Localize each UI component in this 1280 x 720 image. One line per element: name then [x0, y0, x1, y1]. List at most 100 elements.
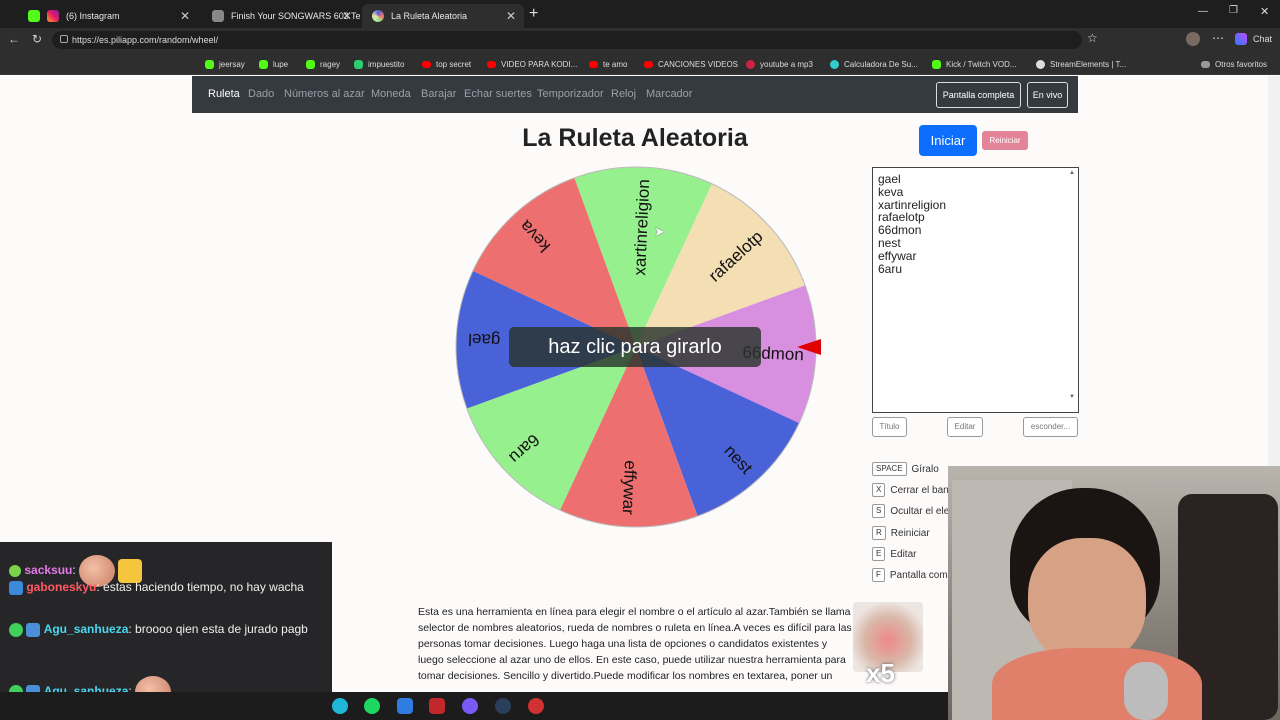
scroll-down-icon[interactable]: ▼ — [1069, 394, 1075, 400]
bookmark-video-kodi[interactable]: VIDEO PARA KODI... — [487, 57, 577, 71]
copilot-icon[interactable] — [1235, 33, 1247, 45]
bookmark-youtube-mp3[interactable]: youtube a mp3 — [746, 57, 813, 71]
tab-instagram[interactable]: (6) Instagram ✕ — [18, 4, 198, 28]
nav-numeros[interactable]: Números al azar — [284, 88, 365, 100]
bookmark-te-amo[interactable]: te amo — [589, 57, 627, 71]
star-icon[interactable]: ☆ — [1087, 31, 1098, 45]
badge-icon — [9, 580, 23, 595]
close-tab-icon[interactable]: ✕ — [342, 9, 352, 23]
maximize-button[interactable]: ❐ — [1229, 5, 1238, 16]
edit-button[interactable]: Editar — [947, 417, 983, 437]
avatar[interactable] — [1186, 32, 1200, 46]
bookmark-top-secret[interactable]: top secret — [422, 57, 471, 71]
music-icon — [746, 59, 755, 69]
reload-icon[interactable]: ↻ — [32, 32, 42, 46]
shortcut-x: X Cerrar el ban — [872, 483, 949, 497]
spin-prompt[interactable]: haz clic para girarlo — [509, 327, 761, 367]
entry-line: 6aru — [878, 261, 903, 276]
obs-icon[interactable] — [528, 698, 544, 714]
shortcut-space: SPACE Gíralo — [872, 462, 939, 476]
bookmark-jeersay[interactable]: jeersay — [205, 57, 245, 71]
webcam-microphone — [1124, 662, 1168, 720]
bookmark-lupe[interactable]: lupe — [259, 57, 288, 71]
url-field[interactable]: https://es.piliapp.com/random/wheel/ — [52, 31, 1082, 49]
chat-button[interactable]: Chat — [1253, 34, 1272, 44]
back-icon[interactable]: ← — [8, 32, 20, 46]
wheel-label: effywar — [619, 460, 640, 516]
folder-icon — [1201, 60, 1210, 68]
kick-icon — [259, 59, 268, 69]
vscode-icon[interactable] — [397, 698, 413, 714]
other-bookmarks[interactable]: Otros favoritos — [1201, 57, 1267, 71]
nav-barajar[interactable]: Barajar — [421, 88, 456, 100]
webcam-face — [1028, 538, 1146, 664]
tab-title: (6) Instagram — [66, 11, 120, 21]
live-button[interactable]: En vivo — [1027, 82, 1068, 108]
youtube-icon — [487, 60, 496, 68]
spotify-icon[interactable] — [364, 698, 380, 714]
shortcut-f: F Pantalla com — [872, 568, 948, 582]
bookmark-kick-vod[interactable]: Kick / Twitch VOD... — [932, 57, 1017, 71]
wheel-icon — [372, 10, 384, 22]
nav-dado[interactable]: Dado — [248, 88, 274, 100]
page-scrollbar[interactable] — [1268, 76, 1280, 466]
site-icon — [212, 10, 224, 22]
tab-ruleta[interactable]: La Ruleta Aleatoria ✕ — [362, 4, 524, 28]
badge-icon — [9, 565, 21, 577]
menu-icon[interactable]: ⋯ — [1212, 31, 1224, 45]
nav-moneda[interactable]: Moneda — [371, 88, 411, 100]
nav-echar-suertes[interactable]: Echar suertes — [464, 88, 532, 100]
entry-line: 66dmon — [878, 223, 922, 238]
youtube-icon — [422, 60, 431, 68]
youtube-icon — [644, 60, 653, 68]
streamelements-icon — [1036, 59, 1045, 69]
badge-icon — [9, 622, 23, 637]
chat-message: Agu_sanhueza: broooo qien esta de jurado… — [9, 621, 319, 638]
entry-line: gael — [878, 172, 901, 186]
close-window-button[interactable]: ✕ — [1260, 5, 1269, 18]
kick-icon — [205, 59, 214, 69]
shortcut-r: R Reiniciar — [872, 526, 930, 540]
close-tab-icon[interactable]: ✕ — [506, 9, 516, 23]
bookmark-impuestito[interactable]: impuestito — [354, 57, 404, 71]
nav-ruleta[interactable]: Ruleta — [208, 88, 240, 100]
kick-icon — [932, 59, 941, 69]
bookmark-calculadora[interactable]: Calculadora De Su... — [830, 57, 918, 71]
entry-line: nest — [878, 235, 901, 250]
site-info-icon[interactable] — [60, 35, 68, 43]
app-icon[interactable] — [429, 698, 445, 714]
start-button[interactable]: Iniciar — [919, 125, 977, 156]
sheet-icon — [354, 59, 363, 69]
entry-line: keva — [878, 184, 904, 199]
kick-icon — [28, 10, 40, 22]
nav-temporizador[interactable]: Temporizador — [537, 88, 604, 100]
close-tab-icon[interactable]: ✕ — [180, 9, 190, 23]
title-button[interactable]: Título — [872, 417, 907, 437]
bookmark-canciones[interactable]: CANCIONES VIDEOS — [644, 57, 738, 71]
shortcut-s: S Ocultar el ele — [872, 504, 949, 518]
hide-button[interactable]: esconder... — [1023, 417, 1078, 437]
badge-icon — [26, 622, 41, 637]
fullscreen-button[interactable]: Pantalla completa — [936, 82, 1021, 108]
entries-textarea[interactable]: gael keva xartinreligion rafaelotp 66dmo… — [872, 167, 1079, 413]
tab-songwars[interactable]: Finish Your SONGWARS 603 Temp ✕ — [202, 4, 360, 28]
calculator-icon — [830, 59, 839, 69]
discord-icon[interactable] — [462, 698, 478, 714]
nav-marcador[interactable]: Marcador — [646, 88, 692, 100]
reset-button[interactable]: Reiniciar — [982, 131, 1028, 150]
minimize-button[interactable]: — — [1198, 6, 1208, 17]
youtube-icon — [589, 60, 598, 68]
shortcut-e: E Editar — [872, 547, 916, 561]
edge-icon[interactable] — [332, 698, 348, 714]
bookmark-ragey[interactable]: ragey — [306, 57, 340, 71]
steam-icon[interactable] — [495, 698, 511, 714]
nav-reloj[interactable]: Reloj — [611, 88, 636, 100]
cursor-icon: ➤ — [654, 224, 665, 239]
scroll-up-icon[interactable]: ▲ — [1069, 170, 1075, 176]
webcam-shirt — [992, 648, 1202, 720]
bookmark-streamelements[interactable]: StreamElements | T... — [1036, 57, 1126, 71]
description-text: Esta es una herramienta en línea para el… — [418, 606, 852, 682]
entry-line: effywar — [878, 248, 917, 263]
new-tab-button[interactable]: + — [529, 5, 538, 23]
kick-icon — [306, 59, 315, 69]
